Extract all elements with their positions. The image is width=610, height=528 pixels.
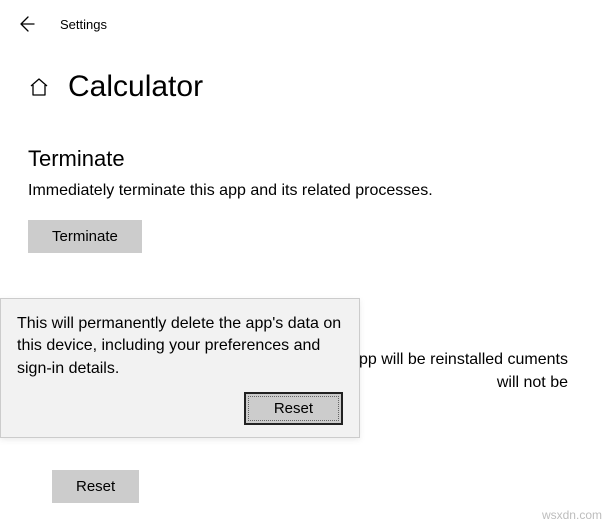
header-bar: Settings [0, 0, 610, 34]
back-arrow-icon[interactable] [16, 14, 36, 34]
terminate-button[interactable]: Terminate [28, 220, 142, 253]
page-title: Calculator [68, 70, 203, 104]
reset-confirm-tooltip: This will permanently delete the app's d… [0, 298, 360, 438]
home-icon[interactable] [28, 76, 50, 98]
terminate-heading: Terminate [28, 146, 610, 172]
watermark: wsxdn.com [542, 508, 602, 522]
reset-button-wrap: Reset [28, 460, 139, 503]
reset-button[interactable]: Reset [52, 470, 139, 503]
header-title: Settings [60, 17, 107, 32]
tooltip-reset-button[interactable]: Reset [244, 392, 343, 425]
terminate-description: Immediately terminate this app and its r… [28, 180, 568, 202]
tooltip-text: This will permanently delete the app's d… [17, 313, 343, 380]
app-title-row: Calculator [0, 34, 610, 104]
terminate-section: Terminate Immediately terminate this app… [0, 146, 610, 253]
